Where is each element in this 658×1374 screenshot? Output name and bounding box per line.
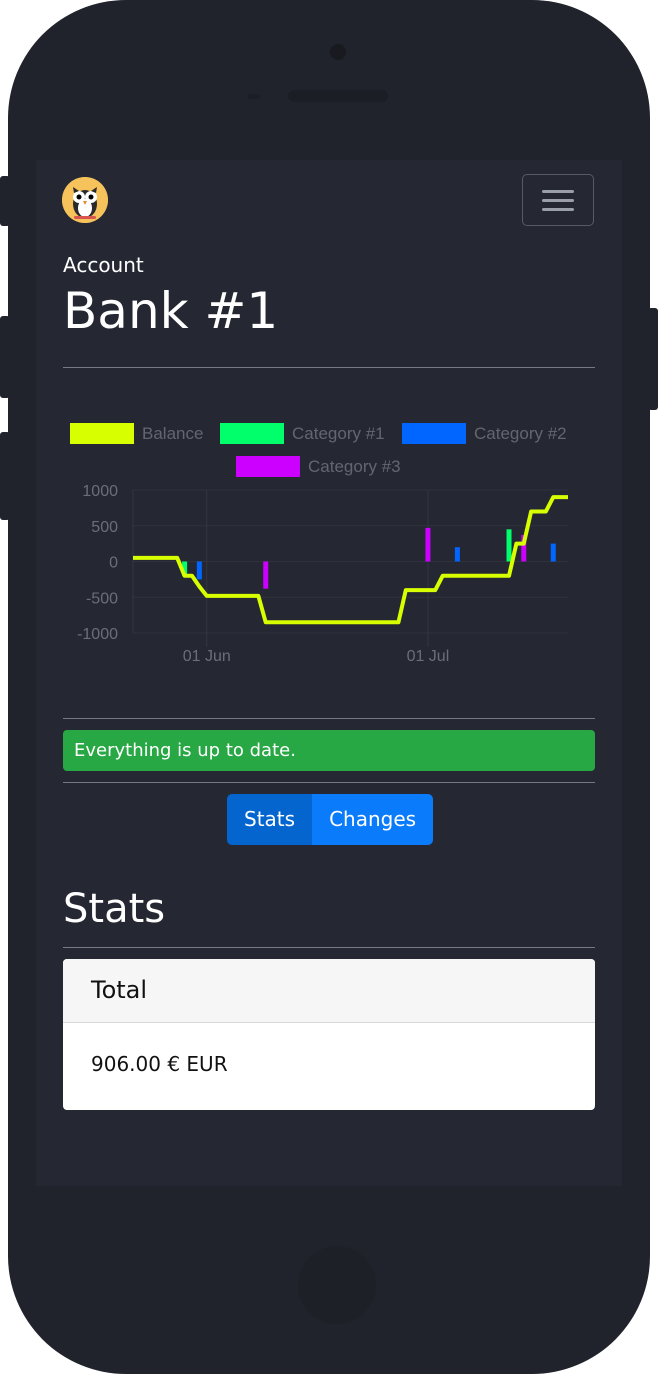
view-toggle-group: Stats Changes [227, 794, 434, 845]
mute-switch[interactable] [0, 176, 10, 226]
legend-label: Category #2 [474, 424, 567, 443]
legend-label: Balance [142, 424, 203, 443]
legend-label: Category #1 [292, 424, 385, 443]
volume-up-button[interactable] [0, 316, 10, 398]
bar [425, 527, 431, 562]
page-eyebrow: Account [63, 253, 144, 277]
status-alert: Everything is up to date. [63, 730, 595, 771]
menu-toggle-button[interactable] [522, 174, 594, 226]
card-header: Total [63, 959, 595, 1023]
hamburger-icon [542, 190, 574, 193]
y-tick-label: -1000 [77, 626, 118, 643]
divider [63, 947, 595, 948]
y-tick-label: 500 [91, 519, 118, 536]
x-tick-label: 01 Jun [183, 648, 231, 665]
bar [196, 561, 202, 580]
divider [63, 367, 595, 368]
home-button[interactable] [298, 1246, 376, 1324]
power-button[interactable] [648, 308, 658, 410]
bar [506, 529, 512, 562]
y-tick-label: 0 [109, 555, 118, 572]
hamburger-icon [542, 199, 574, 202]
sensor [248, 94, 260, 99]
owl-logo-icon[interactable] [62, 177, 108, 223]
tab-changes[interactable]: Changes [312, 794, 434, 845]
tab-stats[interactable]: Stats [227, 794, 313, 845]
legend-swatch [236, 456, 300, 477]
divider [63, 718, 595, 719]
bar [454, 547, 460, 562]
legend-label: Category #3 [308, 457, 401, 476]
balance-line [133, 495, 568, 625]
bar [550, 543, 556, 562]
y-tick-label: 1000 [82, 483, 118, 500]
legend-swatch [402, 423, 466, 444]
bar [263, 561, 269, 589]
stats-card: Total 906.00 € EUR [63, 959, 595, 1110]
legend-swatch [220, 423, 284, 444]
balance-chart: Balance Category #1 Category #2 Category #3… [70, 423, 568, 665]
speaker-grille [288, 90, 388, 102]
page-title: Bank #1 [63, 282, 279, 340]
x-tick-label: 01 Jul [407, 648, 450, 665]
camera-icon [330, 44, 346, 60]
legend-swatch [70, 423, 134, 444]
divider [63, 782, 595, 783]
hamburger-icon [542, 208, 574, 211]
app-screen: Account Bank #1 Balance Category #1 Catego… [36, 160, 622, 1186]
total-value: 906.00 € EUR [91, 1052, 228, 1076]
volume-down-button[interactable] [0, 432, 10, 520]
stats-heading: Stats [63, 886, 166, 932]
y-tick-label: -500 [86, 590, 118, 607]
